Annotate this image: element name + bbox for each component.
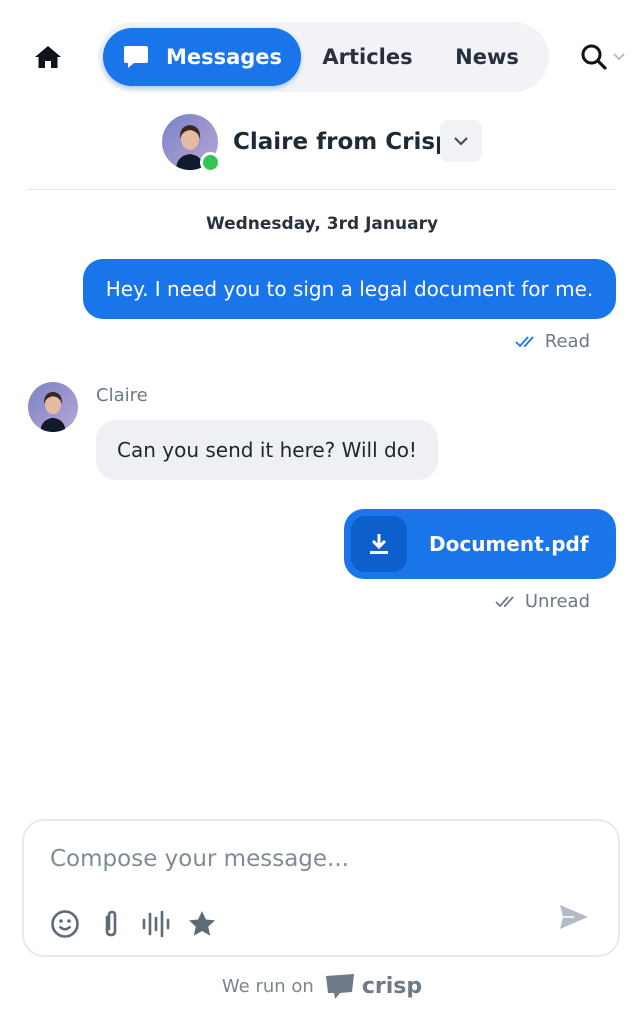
home-icon <box>35 46 61 68</box>
message-status: Unread <box>495 591 590 612</box>
attach-file-button[interactable] <box>94 907 128 941</box>
outgoing-message: Hey. I need you to sign a legal document… <box>83 259 616 319</box>
tab-articles[interactable]: Articles <box>310 28 425 86</box>
operator-header: Claire from Crisp <box>162 112 452 173</box>
tab-articles-label: Articles <box>322 45 413 69</box>
audio-record-button[interactable] <box>139 907 173 941</box>
double-check-icon <box>495 595 514 607</box>
powered-by-footer[interactable]: We run on crisp <box>0 972 644 1000</box>
home-button[interactable] <box>33 42 63 72</box>
message-status-label: Read <box>544 331 590 352</box>
compose-input[interactable] <box>50 839 530 879</box>
emoji-icon <box>51 910 79 938</box>
operator-avatar <box>162 114 221 173</box>
tab-messages[interactable]: Messages <box>103 28 301 86</box>
incoming-message: Can you send it here? Will do! <box>96 420 438 480</box>
download-icon <box>351 516 407 572</box>
paperclip-icon <box>105 910 117 937</box>
crisp-logo-icon <box>325 974 354 999</box>
footer-text: We run on <box>221 975 314 997</box>
file-attachment-message[interactable]: Document.pdf <box>344 509 616 579</box>
operator-message-avatar <box>28 382 78 432</box>
operator-dropdown-button[interactable] <box>440 120 482 162</box>
chat-widget: Messages Articles News Claire from Crisp… <box>0 0 644 1024</box>
waveform-icon <box>142 910 170 938</box>
operator-label: Claire <box>96 385 148 406</box>
message-text: Hey. I need you to sign a legal document… <box>105 277 594 301</box>
header-divider <box>28 189 616 190</box>
chat-bubble-icon <box>122 44 150 70</box>
tab-news[interactable]: News <box>441 28 533 86</box>
nav-tabs: Messages Articles News <box>98 22 549 92</box>
message-text: Can you send it here? Will do! <box>117 438 417 462</box>
operator-name: Claire from Crisp <box>233 129 452 155</box>
emoji-button[interactable] <box>48 907 82 941</box>
online-status-dot <box>200 152 221 173</box>
chevron-down-icon <box>454 137 468 146</box>
crisp-logo: crisp <box>324 972 422 1000</box>
send-button[interactable] <box>554 897 594 937</box>
chevron-down-icon <box>613 53 625 61</box>
search-icon <box>581 44 607 70</box>
rate-button[interactable] <box>185 907 219 941</box>
send-icon <box>560 905 588 929</box>
brand-name: crisp <box>361 973 423 999</box>
date-separator: Wednesday, 3rd January <box>205 214 439 234</box>
tab-news-label: News <box>455 45 519 69</box>
tab-messages-label: Messages <box>165 45 283 69</box>
message-status: Read <box>515 331 590 352</box>
search-button[interactable] <box>580 40 630 74</box>
message-status-label: Unread <box>524 591 590 612</box>
star-icon <box>189 911 215 936</box>
double-check-icon <box>515 335 534 347</box>
message-composer <box>22 819 620 957</box>
file-name: Document.pdf <box>429 532 589 556</box>
